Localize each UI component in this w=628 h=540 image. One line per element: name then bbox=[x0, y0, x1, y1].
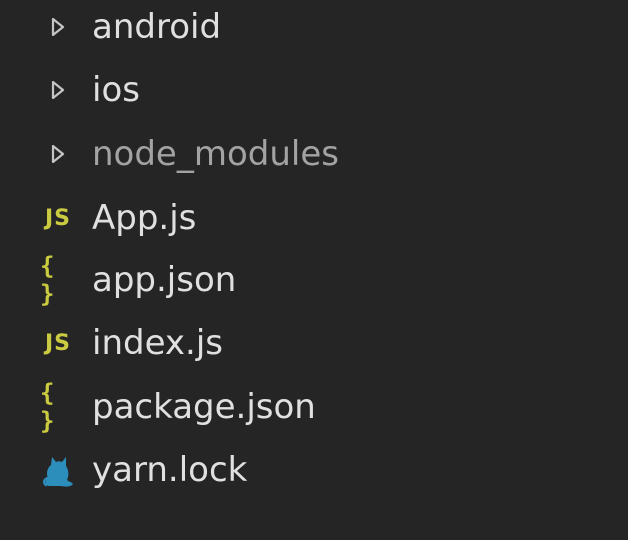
tree-item-index-js[interactable]: JS index.js bbox=[0, 313, 628, 373]
json-file-icon: { } bbox=[40, 252, 56, 308]
yarn-cat-icon bbox=[40, 450, 76, 490]
tree-item-label: android bbox=[92, 7, 222, 47]
json-file-icon: { } bbox=[40, 379, 56, 435]
tree-item-ios[interactable]: ios bbox=[0, 60, 628, 120]
javascript-file-icon: JS bbox=[44, 205, 72, 231]
tree-item-package-json[interactable]: { } package.json bbox=[0, 377, 628, 437]
tree-item-label: package.json bbox=[92, 387, 316, 427]
tree-item-app-json[interactable]: { } app.json bbox=[0, 250, 628, 310]
chevron-right-icon[interactable] bbox=[40, 7, 76, 47]
tree-item-label: node_modules bbox=[92, 134, 339, 174]
tree-item-label: App.js bbox=[92, 198, 197, 238]
tree-item-node-modules[interactable]: node_modules bbox=[0, 124, 628, 184]
tree-item-label: ios bbox=[92, 70, 140, 110]
tree-item-android[interactable]: android bbox=[0, 0, 628, 57]
file-explorer-tree: android ios node_modules JS App.js { } a… bbox=[0, 0, 628, 540]
tree-item-label: index.js bbox=[92, 323, 223, 363]
tree-item-yarn-lock[interactable]: yarn.lock bbox=[0, 440, 628, 500]
javascript-file-icon: JS bbox=[44, 330, 72, 356]
tree-item-label: yarn.lock bbox=[92, 450, 248, 490]
tree-item-label: app.json bbox=[92, 260, 237, 300]
chevron-right-icon[interactable] bbox=[40, 134, 76, 174]
chevron-right-icon[interactable] bbox=[40, 70, 76, 110]
tree-item-app-js[interactable]: JS App.js bbox=[0, 188, 628, 248]
